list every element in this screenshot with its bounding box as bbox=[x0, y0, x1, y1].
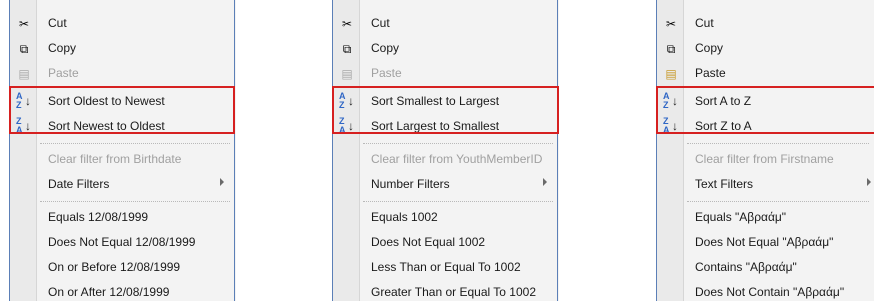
submenu-arrow-icon bbox=[220, 178, 224, 186]
copy-icon: ⧉ bbox=[342, 42, 352, 56]
menu-item-filter-option[interactable]: Does Not Contain "Αβραάμ" bbox=[657, 281, 874, 301]
filter-option-label: On or After 12/08/1999 bbox=[48, 285, 170, 299]
context-menu-number: ✂ Cut ⧉ Copy ▤ Paste A Z ↓ Sort Smallest t… bbox=[332, 0, 559, 301]
submenu-arrow-icon bbox=[867, 178, 871, 186]
menu-item-filter-option[interactable]: Does Not Equal "Αβραάμ" bbox=[657, 231, 874, 255]
paste-label: Paste bbox=[695, 66, 726, 80]
copy-icon: ⧉ bbox=[666, 42, 676, 56]
menu-item-copy[interactable]: ⧉ Copy bbox=[10, 37, 236, 61]
menu-separator bbox=[363, 201, 553, 202]
menu-item-paste[interactable]: ▤ Paste bbox=[333, 62, 559, 86]
submenu-arrow-icon bbox=[543, 178, 547, 186]
menu-item-clear-filter[interactable]: Clear filter from YouthMemberID bbox=[333, 148, 559, 172]
filter-option-label: Less Than or Equal To 1002 bbox=[371, 260, 521, 274]
clear-filter-label: Clear filter from Firstname bbox=[695, 152, 834, 166]
menu-item-clear-filter[interactable]: Clear filter from Firstname bbox=[657, 148, 874, 172]
filter-option-label: Does Not Contain "Αβραάμ" bbox=[695, 285, 845, 299]
copy-icon: ⧉ bbox=[19, 42, 29, 56]
filters-label: Number Filters bbox=[371, 177, 450, 191]
filter-option-label: Does Not Equal "Αβραάμ" bbox=[695, 235, 834, 249]
scissors-icon: ✂ bbox=[341, 17, 353, 31]
menu-separator bbox=[687, 143, 869, 144]
menu-item-filters-submenu[interactable]: Date Filters bbox=[10, 173, 236, 197]
filter-option-label: On or Before 12/08/1999 bbox=[48, 260, 181, 274]
menu-item-paste[interactable]: ▤ Paste bbox=[10, 62, 236, 86]
filter-option-label: Does Not Equal 1002 bbox=[371, 235, 486, 249]
menu-border bbox=[234, 0, 235, 301]
menu-item-filter-option[interactable]: Equals 1002 bbox=[333, 206, 559, 230]
menu-item-filter-option[interactable]: Does Not Equal 1002 bbox=[333, 231, 559, 255]
menu-item-cut[interactable]: ✂ Cut bbox=[10, 12, 236, 36]
menu-border bbox=[557, 0, 558, 301]
copy-label: Copy bbox=[48, 41, 77, 55]
filter-option-label: Does Not Equal 12/08/1999 bbox=[48, 235, 196, 249]
menu-item-copy[interactable]: ⧉ Copy bbox=[657, 37, 874, 61]
menu-item-filters-submenu[interactable]: Number Filters bbox=[333, 173, 559, 197]
filter-option-label: Equals "Αβραάμ" bbox=[695, 210, 787, 224]
menu-item-filter-option[interactable]: Less Than or Equal To 1002 bbox=[333, 256, 559, 280]
cut-label: Cut bbox=[48, 16, 67, 30]
context-menu-date: ✂ Cut ⧉ Copy ▤ Paste A Z ↓ Sort Oldest to … bbox=[9, 0, 236, 301]
clear-filter-label: Clear filter from Birthdate bbox=[48, 152, 182, 166]
paste-label: Paste bbox=[48, 66, 79, 80]
filter-option-label: Equals 12/08/1999 bbox=[48, 210, 149, 224]
filter-option-label: Greater Than or Equal To 1002 bbox=[371, 285, 536, 299]
menu-item-cut[interactable]: ✂ Cut bbox=[333, 12, 559, 36]
menu-item-clear-filter[interactable]: Clear filter from Birthdate bbox=[10, 148, 236, 172]
filters-label: Text Filters bbox=[695, 177, 754, 191]
paste-label: Paste bbox=[371, 66, 402, 80]
copy-label: Copy bbox=[371, 41, 400, 55]
scissors-icon: ✂ bbox=[18, 17, 30, 31]
cut-label: Cut bbox=[371, 16, 390, 30]
menu-separator bbox=[40, 201, 230, 202]
menu-separator bbox=[687, 201, 869, 202]
sort-highlight-box bbox=[332, 86, 559, 134]
menu-item-cut[interactable]: ✂ Cut bbox=[657, 12, 874, 36]
menu-separator bbox=[363, 143, 553, 144]
paste-icon: ▤ bbox=[665, 67, 677, 81]
filter-option-label: Equals 1002 bbox=[371, 210, 438, 224]
menu-item-filter-option[interactable]: Does Not Equal 12/08/1999 bbox=[10, 231, 236, 255]
menu-item-copy[interactable]: ⧉ Copy bbox=[333, 37, 559, 61]
menu-item-filters-submenu[interactable]: Text Filters bbox=[657, 173, 874, 197]
menu-item-paste[interactable]: ▤ Paste bbox=[657, 62, 874, 86]
paste-icon: ▤ bbox=[341, 67, 353, 81]
clear-filter-label: Clear filter from YouthMemberID bbox=[371, 152, 543, 166]
paste-icon: ▤ bbox=[18, 67, 30, 81]
filters-label: Date Filters bbox=[48, 177, 110, 191]
cut-label: Cut bbox=[695, 16, 714, 30]
menu-item-filter-option[interactable]: On or After 12/08/1999 bbox=[10, 281, 236, 301]
filter-option-label: Contains "Αβραάμ" bbox=[695, 260, 797, 274]
sort-highlight-box bbox=[656, 86, 874, 134]
menu-item-filter-option[interactable]: Contains "Αβραάμ" bbox=[657, 256, 874, 280]
copy-label: Copy bbox=[695, 41, 724, 55]
menu-separator bbox=[40, 143, 230, 144]
menu-item-filter-option[interactable]: On or Before 12/08/1999 bbox=[10, 256, 236, 280]
sort-highlight-box bbox=[9, 86, 235, 134]
menu-item-filter-option[interactable]: Equals "Αβραάμ" bbox=[657, 206, 874, 230]
menu-item-filter-option[interactable]: Equals 12/08/1999 bbox=[10, 206, 236, 230]
context-menu-text: ✂ Cut ⧉ Copy ▤ Paste A Z ↓ Sort A to Z Z A ↓… bbox=[656, 0, 874, 301]
menu-item-filter-option[interactable]: Greater Than or Equal To 1002 bbox=[333, 281, 559, 301]
scissors-icon: ✂ bbox=[665, 17, 677, 31]
